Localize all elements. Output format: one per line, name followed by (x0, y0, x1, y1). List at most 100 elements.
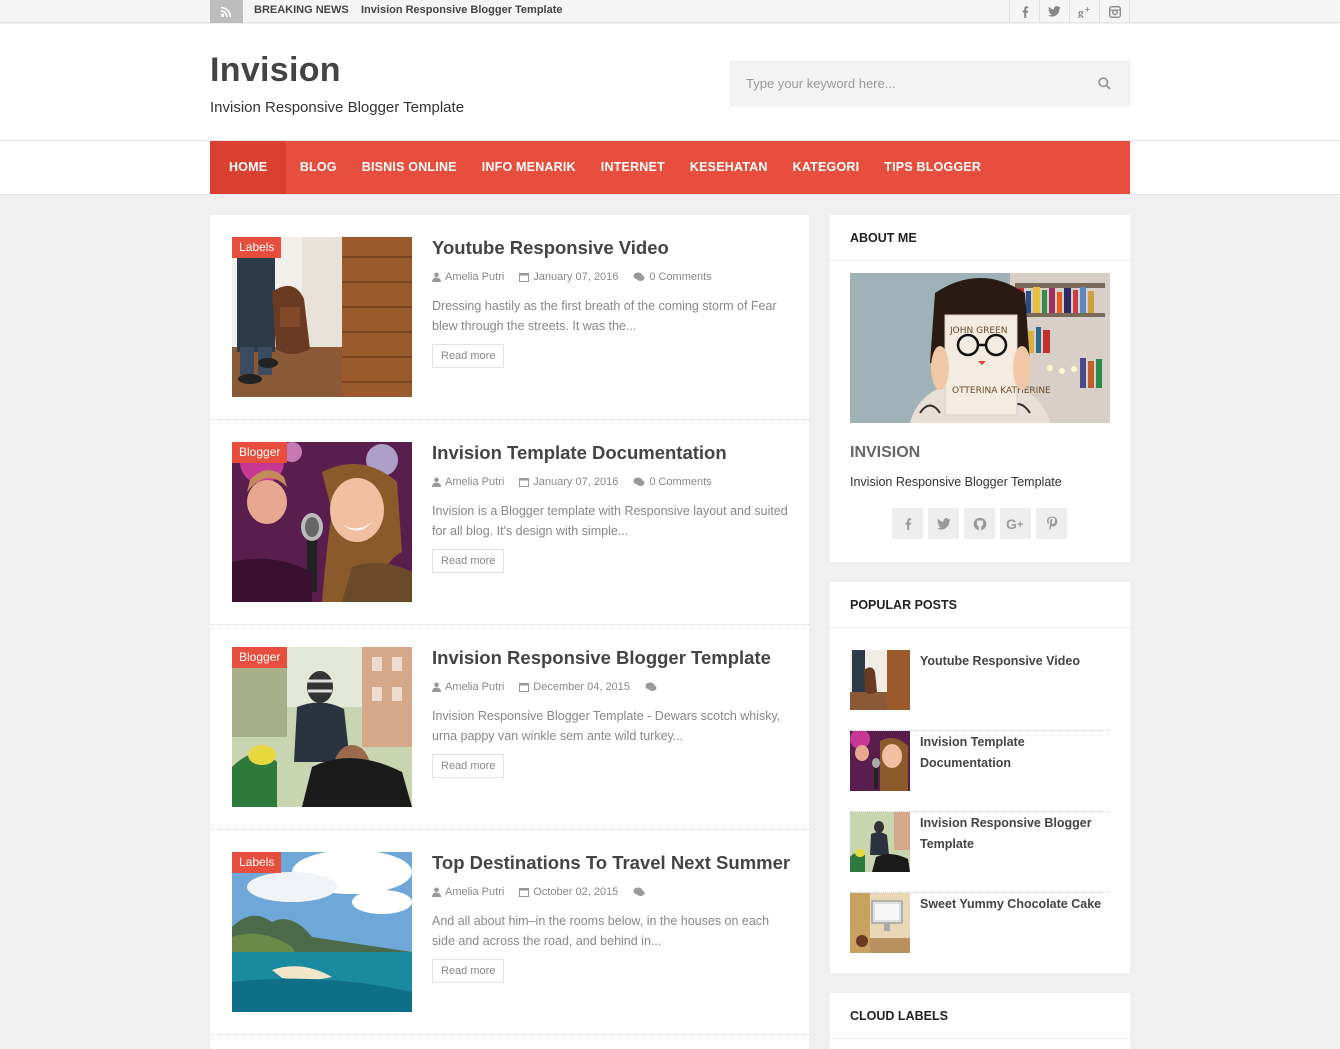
search-icon[interactable] (1098, 77, 1111, 95)
post-item: Labels Top Destinations To Travel Next S… (210, 830, 809, 1035)
user-icon (432, 477, 441, 487)
read-more-button[interactable]: Read more (432, 549, 505, 573)
post-author[interactable]: Amelia Putri (445, 681, 504, 693)
post-list: Labels Youtube Responsive Video Amelia P… (210, 215, 809, 1049)
breaking-news-link[interactable]: Invision Responsive Blogger Template (361, 4, 563, 16)
post-meta: Amelia Putri October 02, 2015 (432, 886, 645, 898)
calendar-icon (519, 478, 530, 487)
popular-post-title[interactable]: Youtube Responsive Video (920, 651, 1105, 672)
post-excerpt: And all about him–in the rooms below, in… (432, 914, 770, 948)
comments-icon[interactable] (633, 887, 645, 897)
twitter-icon[interactable] (928, 508, 959, 539)
site-description: Invision Responsive Blogger Template (210, 99, 465, 116)
search-box (730, 61, 1130, 106)
post-date: January 07, 2016 (533, 271, 619, 283)
facebook-icon[interactable] (1010, 0, 1040, 23)
instagram-icon[interactable] (1100, 0, 1130, 23)
popular-post-item[interactable]: Sweet Yummy Chocolate Cake (850, 893, 1110, 974)
user-icon (432, 272, 441, 282)
post-thumbnail[interactable] (232, 852, 412, 1012)
post-comments[interactable]: 0 Comments (649, 271, 711, 283)
top-social-links: g + (1009, 0, 1130, 23)
breaking-news-label: BREAKING NEWS (254, 4, 349, 16)
top-bar: BREAKING NEWS Invision Responsive Blogge… (0, 0, 1340, 23)
post-title[interactable]: Top Destinations To Travel Next Summer (432, 852, 790, 874)
post-title[interactable]: Youtube Responsive Video (432, 237, 669, 259)
about-description: Invision Responsive Blogger Template (850, 475, 1062, 489)
pinterest-icon[interactable] (1036, 508, 1067, 539)
post-item: Labels Youtube Responsive Video Amelia P… (210, 215, 809, 420)
nav-wrapper: HOME BLOG BISNIS ONLINE INFO MENARIK INT… (0, 141, 1340, 195)
post-excerpt: Invision Responsive Blogger Template - D… (432, 709, 781, 743)
post-author[interactable]: Amelia Putri (445, 271, 504, 283)
post-label[interactable]: Labels (232, 852, 282, 873)
post-item: Blogger Invision Responsive Blogger Temp… (210, 625, 809, 830)
read-more-button[interactable]: Read more (432, 754, 505, 778)
nav-item-home[interactable]: HOME (210, 141, 287, 194)
search-input[interactable] (731, 62, 1081, 105)
github-icon[interactable] (964, 508, 995, 539)
post-thumbnail[interactable] (232, 442, 412, 602)
nav-item-bisnis-online[interactable]: BISNIS ONLINE (349, 141, 469, 194)
about-name: INVISION (850, 444, 921, 461)
popular-post-thumbnail[interactable] (850, 812, 910, 872)
comments-icon[interactable] (645, 682, 657, 692)
book-title-bottom: OTTERINA KATHERINE (952, 386, 1051, 396)
popular-post-thumbnail[interactable] (850, 650, 910, 710)
nav-item-blog[interactable]: BLOG (287, 141, 349, 194)
popular-post-title[interactable]: Invision Template Documentation (920, 732, 1105, 774)
popular-post-thumbnail[interactable] (850, 731, 910, 791)
popular-post-item[interactable]: Youtube Responsive Video (850, 650, 1110, 731)
popular-post-title[interactable]: Sweet Yummy Chocolate Cake (920, 894, 1105, 915)
post-author[interactable]: Amelia Putri (445, 476, 504, 488)
nav-item-tips-blogger[interactable]: TIPS BLOGGER (872, 141, 994, 194)
calendar-icon (519, 888, 530, 897)
site-title[interactable]: Invision (210, 51, 341, 90)
post-title[interactable]: Invision Responsive Blogger Template (432, 647, 771, 669)
post-label[interactable]: Blogger (232, 647, 288, 668)
popular-post-title[interactable]: Invision Responsive Blogger Template (920, 813, 1105, 855)
post-date: October 02, 2015 (533, 886, 619, 898)
post-meta: Amelia Putri January 07, 2016 0 Comments (432, 476, 712, 488)
user-icon (432, 682, 441, 692)
post-date: December 04, 2015 (533, 681, 630, 693)
post-label[interactable]: Blogger (232, 442, 288, 463)
popular-post-item[interactable]: Invision Template Documentation (850, 731, 1110, 812)
nav-item-kategori[interactable]: KATEGORI (780, 141, 872, 194)
nav-item-info-menarik[interactable]: INFO MENARIK (469, 141, 588, 194)
read-more-button[interactable]: Read more (432, 959, 505, 983)
user-icon (432, 887, 441, 897)
read-more-button[interactable]: Read more (432, 344, 505, 368)
post-label[interactable]: Labels (232, 237, 282, 258)
about-widget: ABOUT ME JOHN GREEN OTTERINA KATHERINE I… (830, 215, 1130, 562)
twitter-icon[interactable] (1040, 0, 1070, 23)
site-header: Invision Invision Responsive Blogger Tem… (0, 24, 1340, 141)
popular-posts-widget: POPULAR POSTS Youtube Responsive Video I… (830, 582, 1130, 973)
post-meta: Amelia Putri January 07, 2016 0 Comments (432, 271, 712, 283)
nav-item-kesehatan[interactable]: KESEHATAN (677, 141, 780, 194)
facebook-icon[interactable] (892, 508, 923, 539)
nav-item-internet[interactable]: INTERNET (588, 141, 677, 194)
post-thumbnail[interactable] (232, 237, 412, 397)
popular-posts-title: POPULAR POSTS (830, 582, 1130, 628)
cloud-labels-title: CLOUD LABELS (830, 993, 1130, 1039)
post-excerpt: Invision is a Blogger template with Resp… (432, 504, 788, 538)
google-plus-icon[interactable]: G + (1000, 508, 1031, 539)
rss-icon[interactable] (210, 0, 243, 23)
calendar-icon (519, 683, 530, 692)
post-thumbnail[interactable] (232, 647, 412, 807)
post-comments[interactable]: 0 Comments (649, 476, 711, 488)
comments-icon (633, 272, 645, 281)
post-excerpt: Dressing hastily as the first breath of … (432, 299, 777, 333)
popular-post-item[interactable]: Invision Responsive Blogger Template (850, 812, 1110, 893)
svg-text:+: + (1085, 6, 1090, 14)
about-image: JOHN GREEN OTTERINA KATHERINE (850, 273, 1110, 423)
google-plus-icon[interactable]: g + (1070, 0, 1100, 23)
calendar-icon (519, 273, 530, 282)
comments-icon (633, 477, 645, 486)
svg-text:+: + (1017, 519, 1023, 531)
post-title[interactable]: Invision Template Documentation (432, 442, 727, 464)
popular-post-thumbnail[interactable] (850, 893, 910, 953)
post-author[interactable]: Amelia Putri (445, 886, 504, 898)
cloud-labels-widget: CLOUD LABELS (830, 993, 1130, 1049)
